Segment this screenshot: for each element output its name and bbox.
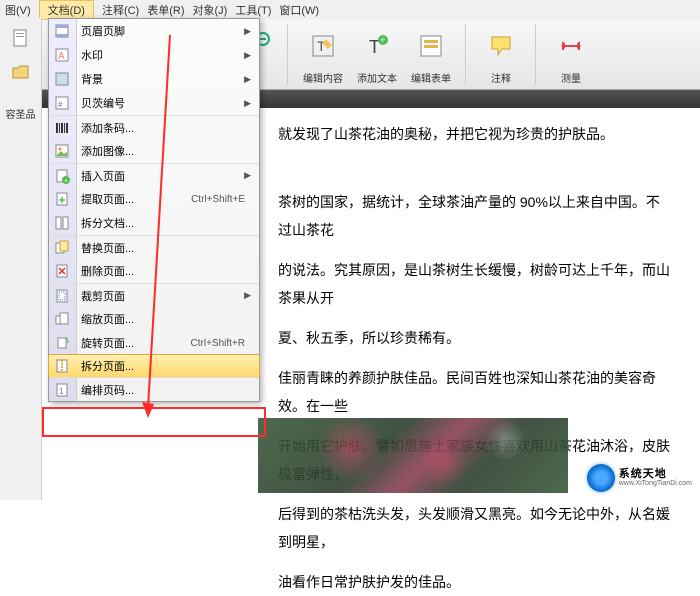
- svg-text:+: +: [380, 35, 385, 45]
- menu-item-label: 提取页面...: [81, 191, 134, 207]
- menu-item-6[interactable]: + 插入页面 ▶: [49, 163, 259, 187]
- menu-form[interactable]: 表单(R): [147, 2, 184, 18]
- open-doc-icon[interactable]: [7, 58, 35, 86]
- barcode-icon: [53, 119, 71, 137]
- menu-item-label: 添加图像...: [81, 143, 134, 159]
- menu-item-3[interactable]: # 贝茨编号 ▶: [49, 91, 259, 115]
- watermark-brand: 系统天地 www.XiTongTianDi.com: [587, 464, 692, 492]
- menu-item-shortcut: Ctrl+Shift+R: [191, 338, 245, 349]
- menu-item-12[interactable]: 缩放页面...: [49, 307, 259, 331]
- bates-icon: #: [53, 94, 71, 112]
- menu-document[interactable]: 文档(D): [39, 0, 94, 20]
- rotate-page-icon: [53, 334, 71, 352]
- menu-item-label: 删除页面...: [81, 263, 134, 279]
- submenu-arrow-icon: ▶: [244, 50, 251, 61]
- split-page-icon: [53, 357, 71, 375]
- menu-window[interactable]: 窗口(W): [279, 2, 319, 18]
- menu-tools[interactable]: 工具(T): [235, 2, 271, 18]
- menu-item-label: 贝茨编号: [81, 95, 125, 111]
- menu-item-0[interactable]: 页眉页脚 ▶: [49, 19, 259, 43]
- submenu-arrow-icon: ▶: [244, 170, 251, 181]
- edit-form-button[interactable]: [407, 24, 455, 68]
- annotation-highlight-box: [42, 407, 266, 437]
- split-doc-icon: [53, 214, 71, 232]
- annotate-button[interactable]: [477, 24, 525, 68]
- measure-button[interactable]: [547, 24, 595, 68]
- submenu-arrow-icon: ▶: [244, 74, 251, 85]
- menu-item-10[interactable]: 删除页面...: [49, 259, 259, 283]
- svg-text:+: +: [64, 178, 68, 184]
- menu-item-9[interactable]: 替换页面...: [49, 235, 259, 259]
- menu-item-4[interactable]: 添加条码...: [49, 115, 259, 139]
- crop-page-icon: [53, 287, 71, 305]
- status-left-text: 容圣品: [0, 106, 41, 121]
- menu-object[interactable]: 对象(J): [193, 2, 228, 18]
- submenu-arrow-icon: ▶: [244, 290, 251, 301]
- menu-item-2[interactable]: 背景 ▶: [49, 67, 259, 91]
- submenu-arrow-icon: ▶: [244, 98, 251, 109]
- menu-item-5[interactable]: 添加图像...: [49, 139, 259, 163]
- image-icon: [53, 142, 71, 160]
- menu-item-15[interactable]: 1 编排页码...: [49, 377, 259, 401]
- menu-item-label: 替换页面...: [81, 240, 134, 256]
- replace-page-icon: [53, 239, 71, 257]
- menu-view[interactable]: 图(V): [5, 2, 31, 18]
- menu-item-label: 水印: [81, 47, 103, 63]
- menu-annotate[interactable]: 注释(C): [102, 2, 139, 18]
- menu-item-label: 背景: [81, 71, 103, 87]
- menu-item-8[interactable]: 拆分文档...: [49, 211, 259, 235]
- menu-item-label: 裁剪页面: [81, 288, 125, 304]
- delete-page-icon: [53, 262, 71, 280]
- new-doc-icon[interactable]: [7, 24, 35, 52]
- menu-item-13[interactable]: 旋转页面... Ctrl+Shift+R: [49, 331, 259, 355]
- extract-page-icon: [53, 190, 71, 208]
- menu-item-label: 插入页面: [81, 168, 125, 184]
- add-text-button[interactable]: T+: [353, 24, 401, 68]
- embedded-image: [258, 418, 568, 493]
- svg-text:1: 1: [59, 387, 64, 396]
- number-page-icon: 1: [53, 381, 71, 399]
- header-footer-icon: [53, 22, 71, 40]
- menu-item-label: 拆分页面...: [81, 358, 134, 374]
- menubar: 图(V) 文档(D) 注释(C) 表单(R) 对象(J) 工具(T) 窗口(W): [0, 0, 700, 20]
- document-menu-dropdown: 页眉页脚 ▶ A 水印 ▶ 背景 ▶ # 贝茨编号 ▶ 添加条码... 添加图像... + 插入页面 ▶ 提取…: [48, 18, 260, 402]
- background-icon: [53, 70, 71, 88]
- insert-page-icon: +: [53, 167, 71, 185]
- menu-item-label: 页眉页脚: [81, 23, 125, 39]
- menu-item-1[interactable]: A 水印 ▶: [49, 43, 259, 67]
- submenu-arrow-icon: ▶: [244, 26, 251, 37]
- watermark-icon: A: [53, 46, 71, 64]
- menu-item-label: 编排页码...: [81, 382, 134, 398]
- edit-content-button[interactable]: T: [299, 24, 347, 68]
- brand-logo-icon: [587, 464, 615, 492]
- menu-item-shortcut: Ctrl+Shift+E: [191, 194, 245, 205]
- menu-item-11[interactable]: 裁剪页面 ▶: [49, 283, 259, 307]
- scale-page-icon: [53, 310, 71, 328]
- svg-text:A: A: [58, 51, 65, 62]
- menu-item-label: 拆分文档...: [81, 215, 134, 231]
- menu-item-label: 添加条码...: [81, 120, 134, 136]
- menu-item-label: 旋转页面...: [81, 335, 134, 351]
- left-panel: 容圣品: [0, 18, 42, 500]
- menu-item-7[interactable]: 提取页面... Ctrl+Shift+E: [49, 187, 259, 211]
- svg-text:#: #: [58, 100, 63, 109]
- menu-item-14[interactable]: 拆分页面...: [48, 354, 260, 378]
- menu-item-label: 缩放页面...: [81, 311, 134, 327]
